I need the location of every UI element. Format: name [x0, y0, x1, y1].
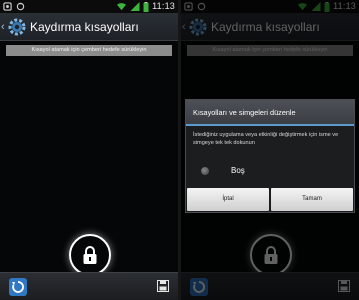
wifi-icon	[117, 3, 127, 11]
left-screen: 11:13 ‹ Kaydırma kısayolları Kısayol ata…	[0, 0, 178, 300]
lock-icon	[83, 246, 97, 264]
gear-icon[interactable]	[7, 17, 27, 37]
right-screen: 11:13 ‹ Kaydırma kısayolları Kısayol ata…	[181, 0, 359, 300]
edit-shortcuts-dialog: Kısayolları ve simgeleri düzenle İstediğ…	[185, 99, 355, 213]
lock-circle-handle[interactable]	[69, 234, 111, 276]
option-label: Boş	[231, 166, 245, 175]
dialog-title: Kısayolları ve simgeleri düzenle	[186, 100, 354, 126]
action-bar: ‹ Kaydırma kısayolları	[0, 13, 178, 41]
status-bar: 11:13	[0, 0, 178, 13]
dialog-buttons: İptal Tamam	[186, 188, 354, 212]
ok-button[interactable]: Tamam	[271, 188, 353, 211]
instruction-hint: Kısayol atamak için çemberi hedefe sürük…	[6, 45, 172, 56]
page-title: Kaydırma kısayolları	[30, 20, 139, 34]
bottom-bar	[0, 272, 178, 300]
battery-icon	[143, 1, 149, 12]
save-icon[interactable]	[157, 280, 169, 292]
signal-icon	[130, 2, 140, 11]
status-time: 11:13	[152, 1, 175, 11]
sync-icon	[16, 2, 25, 11]
option-radio-icon[interactable]	[201, 167, 209, 175]
dialog-message: İstediğiniz uygulama veya etkinliği deği…	[193, 132, 339, 146]
reset-icon[interactable]	[9, 278, 27, 296]
cancel-button[interactable]: İptal	[187, 188, 269, 211]
shortcut-option-empty[interactable]: Boş	[186, 156, 354, 186]
back-chevron-icon[interactable]: ‹	[1, 21, 5, 33]
notification-icon	[3, 2, 12, 11]
